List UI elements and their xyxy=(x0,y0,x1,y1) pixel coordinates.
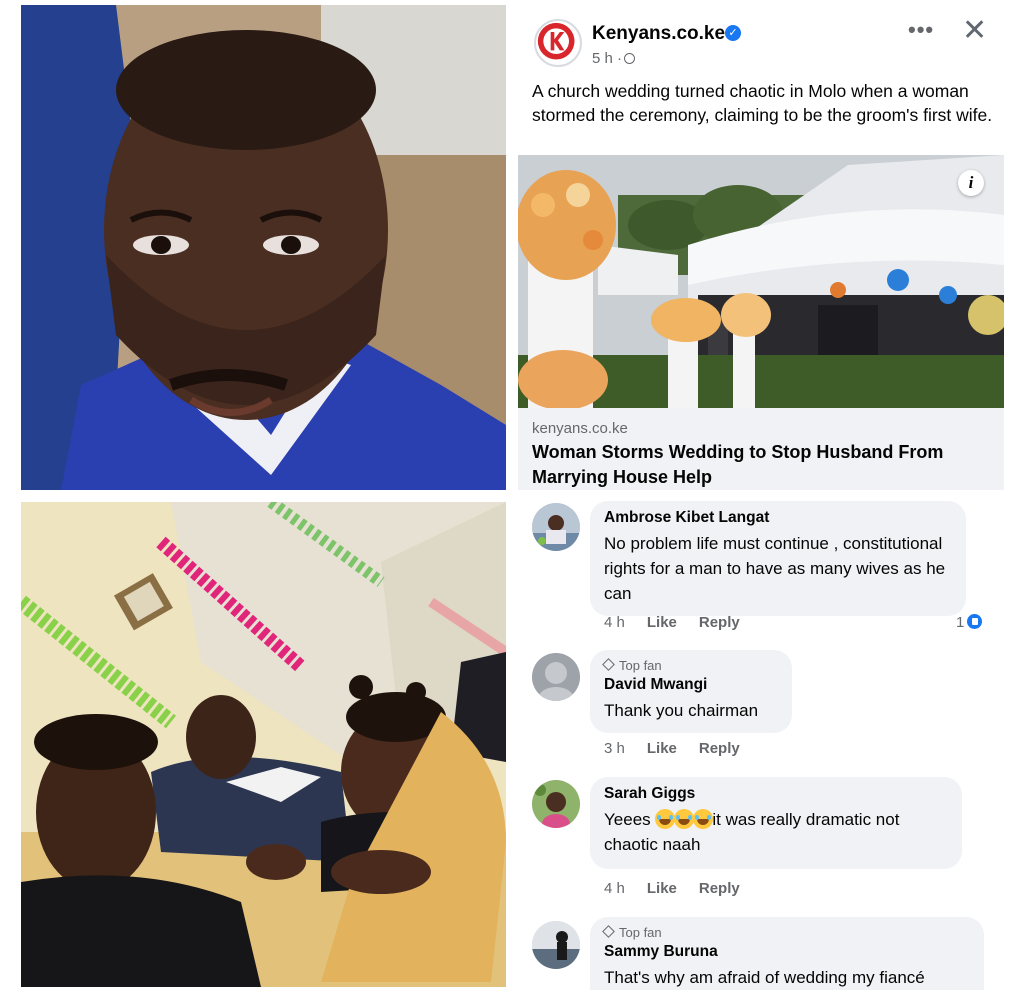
link-title[interactable]: Woman Storms Wedding to Stop Husband Fro… xyxy=(532,440,992,490)
like-button[interactable]: Like xyxy=(647,614,677,631)
top-fan-icon xyxy=(602,658,615,671)
page-name[interactable]: Kenyans.co.ke xyxy=(592,23,725,45)
like-button[interactable]: Like xyxy=(647,880,677,897)
top-fan-badge: Top fan xyxy=(602,658,778,673)
comment-bubble: Sarah Giggs Yeees it was really dramatic… xyxy=(590,777,962,869)
post-header: Kenyans.co.ke ✓ 5 h · ••• ✕ xyxy=(518,5,1004,73)
comment-time: 4 h xyxy=(604,614,625,631)
post-text: A church wedding turned chaotic in Molo … xyxy=(532,81,993,125)
avatar[interactable] xyxy=(532,653,580,701)
comment-actions: 4 h Like Reply xyxy=(604,614,762,631)
comment-actions: 4 h Like Reply xyxy=(604,880,762,897)
comment-text: That's why am afraid of wedding my fianc… xyxy=(604,968,925,987)
comment-text: Yeees it was really dramatic not chaotic… xyxy=(604,807,948,857)
wedding-tent-image: i xyxy=(518,155,1004,408)
comment-author[interactable]: Sarah Giggs xyxy=(604,785,948,803)
reply-button[interactable]: Reply xyxy=(699,880,740,897)
top-fan-label: Top fan xyxy=(619,925,662,940)
like-reaction-icon xyxy=(965,612,985,631)
man-selfie-photo xyxy=(21,5,506,490)
comment-author[interactable]: David Mwangi xyxy=(604,676,778,694)
comment-text: Thank you chairman xyxy=(604,701,759,720)
info-icon[interactable]: i xyxy=(958,170,984,196)
comment-bubble: Top fan David Mwangi Thank you chairman xyxy=(590,650,792,733)
avatar[interactable] xyxy=(532,780,580,828)
comment-actions: 3 h Like Reply xyxy=(604,740,762,757)
verified-badge-icon: ✓ xyxy=(725,25,741,41)
collage: Kenyans.co.ke ✓ 5 h · ••• ✕ A church wed… xyxy=(0,0,1024,1002)
top-fan-icon xyxy=(602,925,615,938)
comment-time: 4 h xyxy=(604,880,625,897)
like-button[interactable]: Like xyxy=(647,740,677,757)
top-fan-badge: Top fan xyxy=(602,925,970,940)
family-selfie-photo xyxy=(21,502,506,987)
comment-text-start: Yeees xyxy=(604,810,656,829)
laughing-emoji-icon xyxy=(693,809,714,829)
avatar[interactable] xyxy=(532,503,580,551)
comment-text: No problem life must continue , constitu… xyxy=(604,534,946,603)
kenyans-logo[interactable] xyxy=(534,19,582,67)
laughing-emoji-icon xyxy=(674,809,695,829)
reply-button[interactable]: Reply xyxy=(699,740,740,757)
link-preview-card[interactable]: i kenyans.co.ke Woman Storms Wedding to … xyxy=(518,155,1004,490)
close-icon[interactable]: ✕ xyxy=(962,13,987,48)
globe-icon xyxy=(624,53,636,64)
reaction-count-number: 1 xyxy=(956,614,965,631)
post-time: 5 h · xyxy=(592,50,623,67)
comment-author[interactable]: Ambrose Kibet Langat xyxy=(604,509,952,527)
laughing-emoji-icon xyxy=(655,809,676,829)
reaction-count[interactable]: 1 xyxy=(956,612,985,631)
reply-button[interactable]: Reply xyxy=(699,614,740,631)
link-domain: kenyans.co.ke xyxy=(532,420,628,437)
comment-bubble: Top fan Sammy Buruna That's why am afrai… xyxy=(590,917,984,990)
comment-author[interactable]: Sammy Buruna xyxy=(604,943,970,961)
post-timestamp[interactable]: 5 h · xyxy=(592,50,636,67)
avatar[interactable] xyxy=(532,921,580,969)
comment-bubble: Ambrose Kibet Langat No problem life mus… xyxy=(590,501,966,616)
facebook-post-panel: Kenyans.co.ke ✓ 5 h · ••• ✕ A church wed… xyxy=(518,5,1004,990)
top-fan-label: Top fan xyxy=(619,658,662,673)
comment-time: 3 h xyxy=(604,740,625,757)
more-options-icon[interactable]: ••• xyxy=(908,17,934,43)
